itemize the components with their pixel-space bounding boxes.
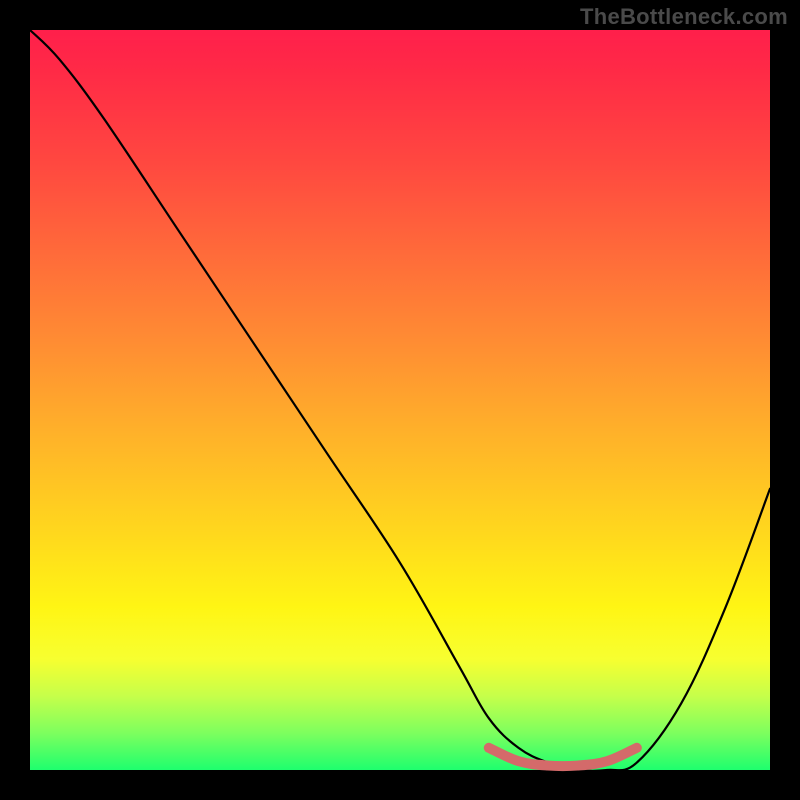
curve-layer [30, 30, 770, 770]
bottleneck-curve [30, 30, 770, 771]
chart-frame: TheBottleneck.com [0, 0, 800, 800]
watermark-text: TheBottleneck.com [580, 4, 788, 30]
plot-area [30, 30, 770, 770]
highlight-band [489, 748, 637, 766]
